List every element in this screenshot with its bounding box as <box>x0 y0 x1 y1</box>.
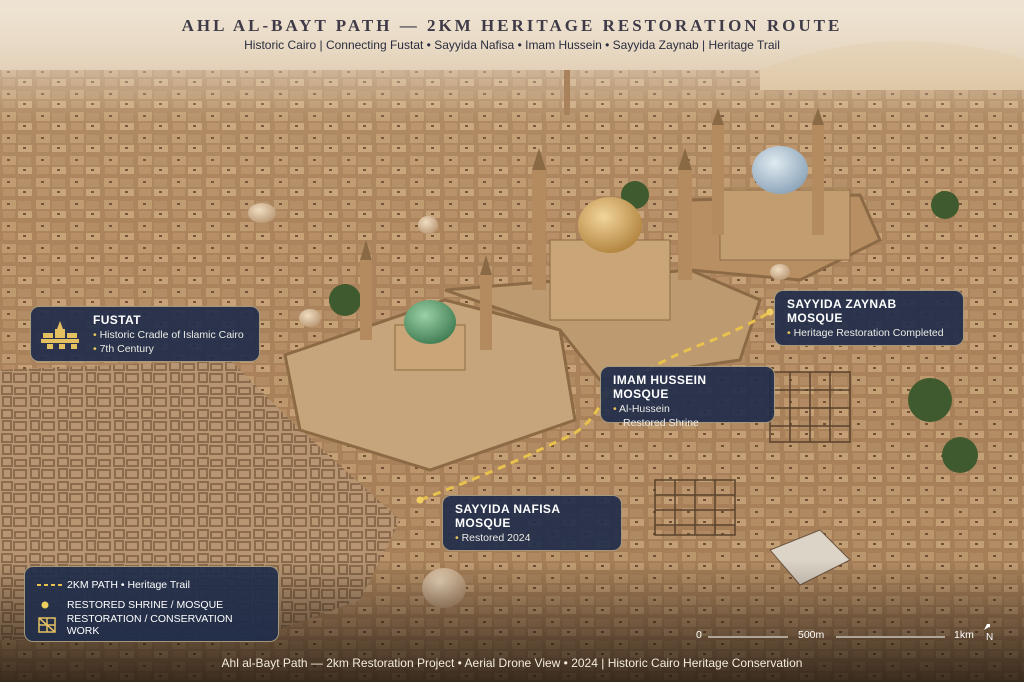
map-title: AHL AL-BAYT PATH — 2KM HERITAGE RESTORAT… <box>181 16 843 35</box>
nafisa-title: SAYYIDA NAFISA MOSQUE <box>455 502 560 530</box>
legend-restoration-label: RESTORATION / CONSERVATION WORK <box>66 613 233 637</box>
legend-row-path: 2KM PATH • Heritage Trail <box>37 575 266 595</box>
zaynab-title: SAYYIDA ZAYNAB MOSQUE <box>787 297 897 325</box>
fustat-line-2: 7th Century <box>93 343 247 355</box>
legend-shrine-label: RESTORED SHRINE / MOSQUE <box>67 599 224 611</box>
dashed-path-icon <box>37 584 63 586</box>
map-subtitle: Historic Cairo | Connecting Fustat • Say… <box>244 38 780 52</box>
fustat-line-1: Historic Cradle of Islamic Cairo <box>93 329 247 341</box>
legend-row-restoration: RESTORATION / CONSERVATION WORK <box>37 613 266 637</box>
zaynab-line-1: Heritage Restoration Completed <box>787 327 951 339</box>
scale-end: 1km <box>954 629 974 641</box>
hussein-title: IMAM HUSSEIN MOSQUE <box>613 373 707 401</box>
scale-start: 0 <box>696 629 702 641</box>
scale-line <box>708 624 990 638</box>
scale-bar: 0 500m 1km N <box>690 624 994 654</box>
fustat-label: FUSTAT Historic Cradle of Islamic Cairo … <box>30 306 260 362</box>
shrine-dot-icon <box>41 601 49 609</box>
north-arrow-icon <box>984 624 990 630</box>
scale-mid: 500m <box>798 629 825 641</box>
footer-caption: Ahl al-Bayt Path — 2km Restoration Proje… <box>221 656 803 670</box>
north-label: N <box>986 632 994 643</box>
legend-row-shrine: RESTORED SHRINE / MOSQUE <box>37 595 266 615</box>
zaynab-mosque-label: SAYYIDA ZAYNAB MOSQUE Heritage Restorati… <box>774 290 964 346</box>
hussein-mosque-label: IMAM HUSSEIN MOSQUE Al-Hussein Restored … <box>600 366 775 429</box>
scaffold-icon <box>38 617 56 633</box>
hussein-line-1: Al-Hussein <box>613 403 762 415</box>
nafisa-mosque-label: SAYYIDA NAFISA MOSQUE Restored 2024 <box>442 495 622 551</box>
nafisa-line-1: Restored 2024 <box>455 532 609 544</box>
hussein-line-2: Restored Shrine <box>623 417 699 429</box>
ruins-icon <box>41 321 79 349</box>
fustat-title: FUSTAT <box>93 313 141 327</box>
map-legend: 2KM PATH • Heritage Trail RESTORED SHRIN… <box>24 566 279 642</box>
legend-path-label: 2KM PATH • Heritage Trail <box>67 579 190 591</box>
